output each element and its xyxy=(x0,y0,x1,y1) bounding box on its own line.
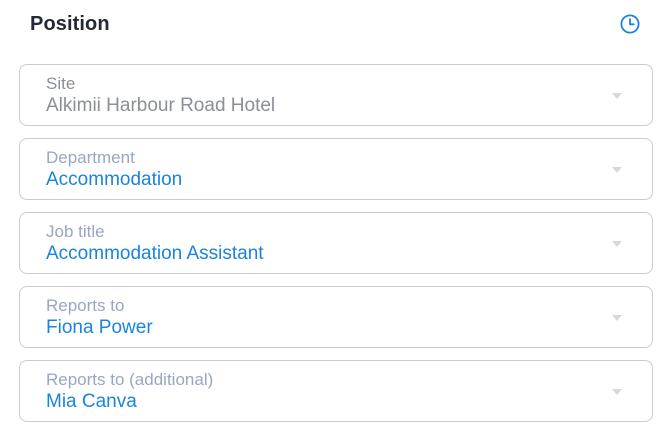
reports-to-label: Reports to xyxy=(46,296,125,315)
section-title: Position xyxy=(30,12,110,35)
position-fields: Site Alkimii Harbour Road Hotel Departme… xyxy=(19,64,653,434)
clock-icon[interactable] xyxy=(619,13,641,35)
site-select[interactable]: Site Alkimii Harbour Road Hotel xyxy=(19,64,653,126)
position-panel: Position Site Alkimii Harbour Road Hotel… xyxy=(0,0,670,434)
department-value: Accommodation xyxy=(46,169,183,190)
site-value: Alkimii Harbour Road Hotel xyxy=(46,95,276,116)
site-label: Site xyxy=(46,74,76,93)
reports-to-additional-select[interactable]: Reports to (additional) Mia Canva xyxy=(19,360,653,422)
chevron-down-icon xyxy=(612,167,622,173)
reports-to-additional-value: Mia Canva xyxy=(46,391,137,412)
department-select[interactable]: Department Accommodation xyxy=(19,138,653,200)
section-header: Position xyxy=(30,6,640,42)
job-title-label: Job title xyxy=(46,222,105,241)
job-title-select[interactable]: Job title Accommodation Assistant xyxy=(19,212,653,274)
chevron-down-icon xyxy=(612,93,622,99)
chevron-down-icon xyxy=(612,241,622,247)
job-title-value: Accommodation Assistant xyxy=(46,243,264,264)
reports-to-value: Fiona Power xyxy=(46,317,153,338)
reports-to-select[interactable]: Reports to Fiona Power xyxy=(19,286,653,348)
department-label: Department xyxy=(46,148,135,167)
reports-to-additional-label: Reports to (additional) xyxy=(46,370,214,389)
chevron-down-icon xyxy=(612,389,622,395)
chevron-down-icon xyxy=(612,315,622,321)
